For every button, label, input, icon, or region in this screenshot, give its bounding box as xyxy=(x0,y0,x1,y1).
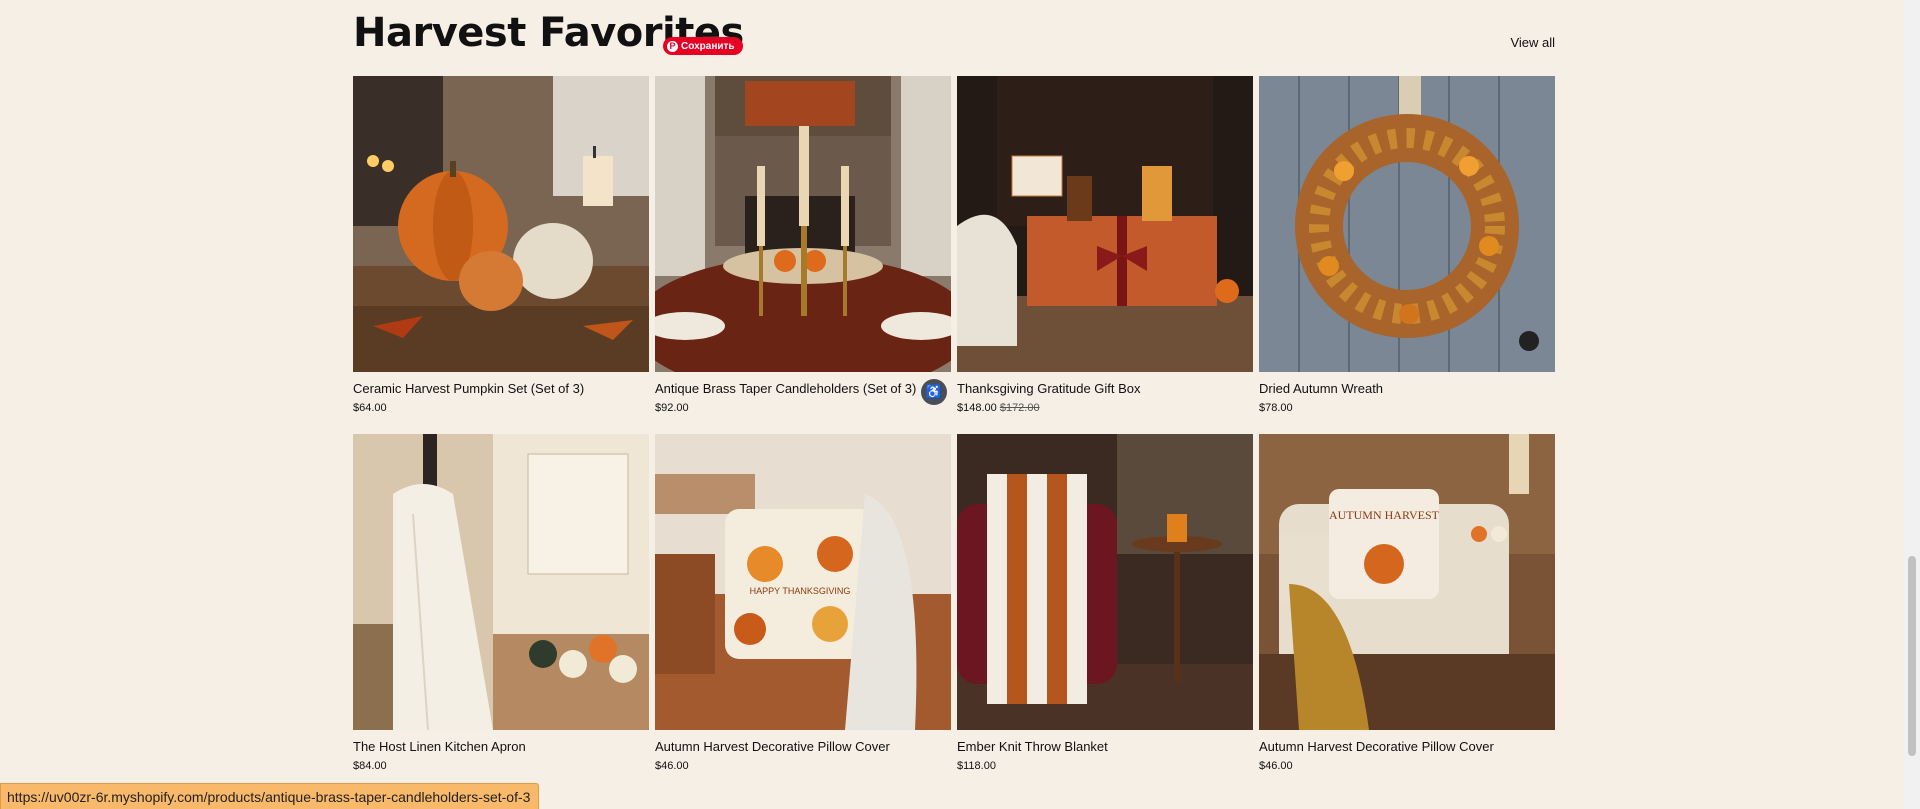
view-all-link[interactable]: View all xyxy=(1510,35,1555,50)
product-card-wreath[interactable]: Dried Autumn Wreath $78.00 xyxy=(1259,76,1555,415)
product-price: $64.00 xyxy=(353,401,649,415)
product-image[interactable] xyxy=(353,434,649,730)
product-card-pillow-cover-2[interactable]: AUTUMN HARVEST Autumn Harvest Decorative… xyxy=(1259,434,1555,773)
product-image[interactable] xyxy=(655,76,951,372)
product-card-pillow-cover-1[interactable]: HAPPY THANKSGIVING Autumn Harvest Decora… xyxy=(655,434,951,773)
product-price: $78.00 xyxy=(1259,401,1555,415)
pillow-text: HAPPY THANKSGIVING xyxy=(750,586,851,596)
product-card-pumpkin-set[interactable]: Ceramic Harvest Pumpkin Set (Set of 3) $… xyxy=(353,76,649,415)
price: $92.00 xyxy=(655,402,689,414)
page-scrollbar[interactable] xyxy=(1904,0,1920,809)
product-name[interactable]: Antique Brass Taper Candleholders (Set o… xyxy=(655,381,951,397)
product-price: $92.00 xyxy=(655,401,951,415)
product-name[interactable]: Dried Autumn Wreath xyxy=(1259,381,1555,397)
pinterest-icon: P xyxy=(667,40,678,52)
accessibility-icon[interactable]: ♿ xyxy=(921,379,947,405)
product-price: $46.00 xyxy=(1259,759,1555,773)
product-card-candleholders[interactable]: Antique Brass Taper Candleholders (Set o… xyxy=(655,76,951,415)
product-image[interactable] xyxy=(1259,76,1555,372)
product-name[interactable]: Autumn Harvest Decorative Pillow Cover xyxy=(1259,739,1555,755)
product-card-throw-blanket[interactable]: Ember Knit Throw Blanket $118.00 xyxy=(957,434,1253,773)
product-image[interactable]: AUTUMN HARVEST xyxy=(1259,434,1555,730)
price: $84.00 xyxy=(353,760,387,772)
product-image[interactable]: HAPPY THANKSGIVING xyxy=(655,434,951,730)
product-name[interactable]: Ember Knit Throw Blanket xyxy=(957,739,1253,755)
product-name[interactable]: Autumn Harvest Decorative Pillow Cover xyxy=(655,739,951,755)
price: $46.00 xyxy=(655,760,689,772)
product-price: $118.00 xyxy=(957,759,1253,773)
product-name[interactable]: Thanksgiving Gratitude Gift Box xyxy=(957,381,1253,397)
product-image[interactable] xyxy=(957,76,1253,372)
status-bar-url: https://uv00zr-6r.myshopify.com/products… xyxy=(0,783,540,809)
price: $118.00 xyxy=(957,760,996,772)
product-image[interactable] xyxy=(353,76,649,372)
product-price: $46.00 xyxy=(655,759,951,773)
product-name[interactable]: The Host Linen Kitchen Apron xyxy=(353,739,649,755)
product-card-apron[interactable]: The Host Linen Kitchen Apron $84.00 xyxy=(353,434,649,773)
pinterest-save-label: Сохранить xyxy=(681,40,735,52)
pillow-text: AUTUMN HARVEST xyxy=(1329,508,1440,522)
scrollbar-thumb[interactable] xyxy=(1908,556,1916,756)
product-name[interactable]: Ceramic Harvest Pumpkin Set (Set of 3) xyxy=(353,381,649,397)
price: $148.00 xyxy=(957,402,997,414)
price: $78.00 xyxy=(1259,402,1293,414)
price: $46.00 xyxy=(1259,760,1293,772)
product-price: $84.00 xyxy=(353,759,649,773)
product-card-gift-box[interactable]: Thanksgiving Gratitude Gift Box $148.00 … xyxy=(957,76,1253,415)
price: $64.00 xyxy=(353,402,387,414)
product-image[interactable] xyxy=(957,434,1253,730)
product-price: $148.00 $172.00 xyxy=(957,401,1253,415)
pinterest-save-button[interactable]: P Сохранить xyxy=(663,37,743,55)
compare-at-price: $172.00 xyxy=(999,402,1040,414)
product-grid: Ceramic Harvest Pumpkin Set (Set of 3) $… xyxy=(353,76,1555,773)
